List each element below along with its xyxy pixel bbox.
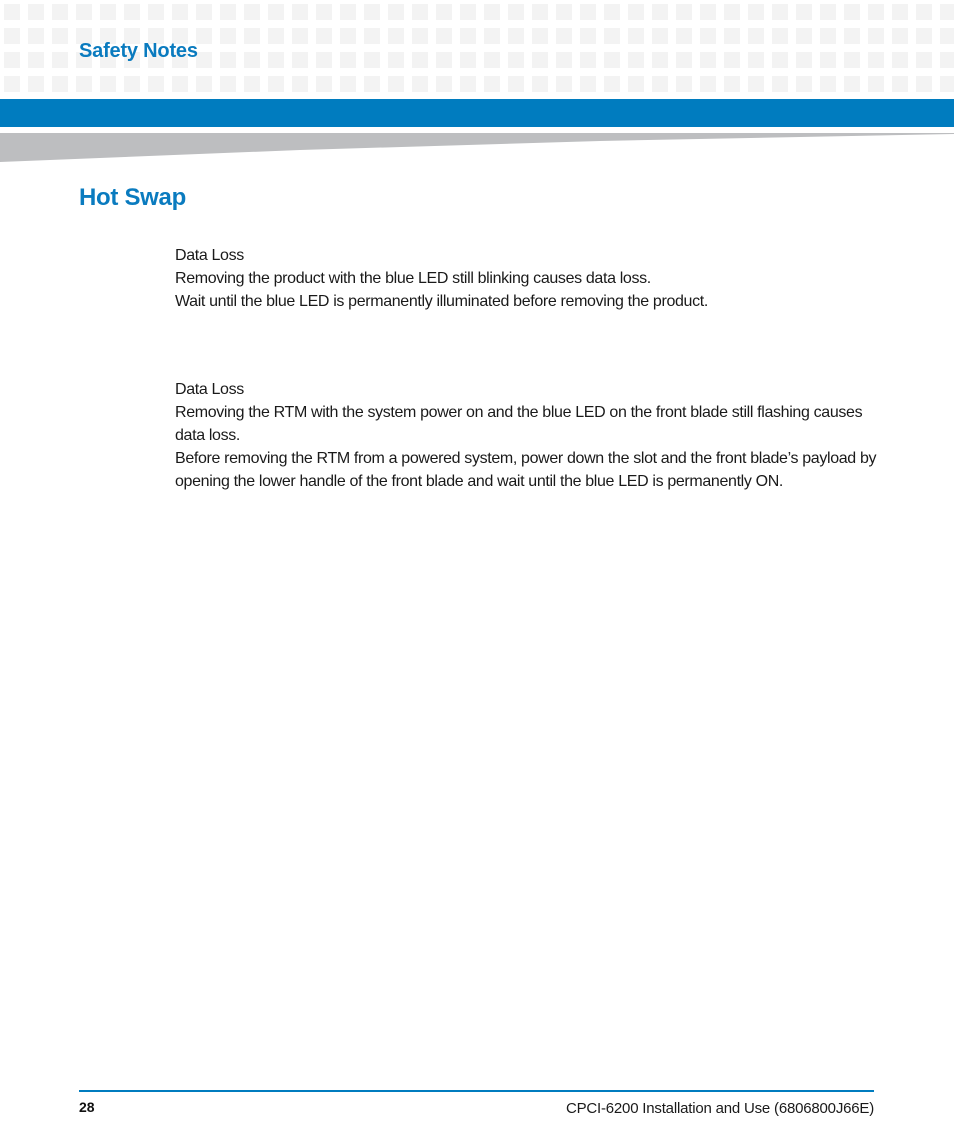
- page-heading: Hot Swap: [79, 184, 186, 211]
- data-loss-note: Data Loss Removing the RTM with the syst…: [175, 378, 885, 493]
- note-title: Data Loss: [175, 381, 244, 398]
- footer-divider: [79, 1090, 874, 1092]
- grey-wedge-shape: [0, 133, 954, 162]
- note-title: Data Loss: [175, 247, 244, 264]
- header-grey-wedge: [0, 133, 954, 162]
- header-blue-bar: [0, 99, 954, 127]
- note-text: Removing the RTM with the system power o…: [175, 404, 863, 444]
- section-title: Safety Notes: [79, 40, 198, 62]
- note-text: Removing the product with the blue LED s…: [175, 270, 651, 287]
- note-text: Wait until the blue LED is permanently i…: [175, 293, 708, 310]
- document-title: CPCI-6200 Installation and Use (6806800J…: [565, 1100, 874, 1117]
- page-number: 28: [79, 1099, 95, 1115]
- data-loss-note: Data Loss Removing the product with the …: [175, 244, 885, 313]
- note-text: Before removing the RTM from a powered s…: [175, 450, 877, 490]
